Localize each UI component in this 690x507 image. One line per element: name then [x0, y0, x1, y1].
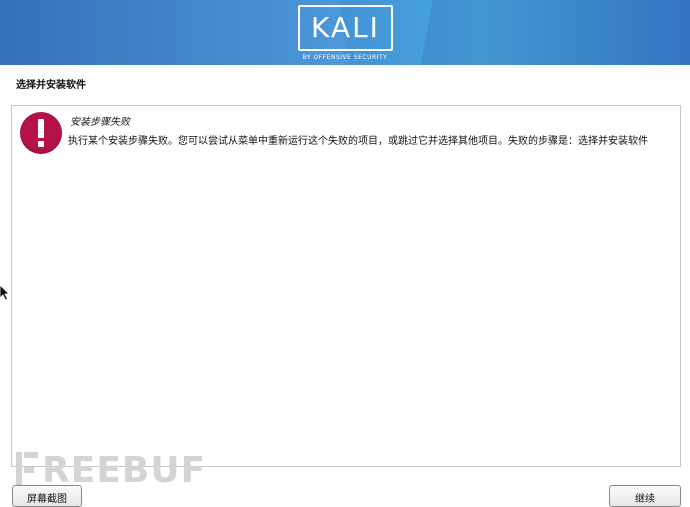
exclamation-icon [20, 112, 62, 154]
continue-button[interactable]: 继续 [609, 485, 681, 507]
page-title: 选择并安装软件 [16, 80, 86, 91]
screenshot-button[interactable]: 屏幕截图 [12, 485, 82, 507]
error-title: 安装步骤失败 [70, 117, 130, 128]
kali-logo-text: KALI [311, 11, 380, 44]
kali-logo-subtitle: BY OFFENSIVE SECURITY [302, 54, 388, 61]
freebuf-logo-icon [16, 452, 38, 488]
error-message: 执行某个安装步骤失败。您可以尝试从菜单中重新运行这个失败的项目，或跳过它并选择其… [68, 136, 648, 147]
mouse-pointer-icon [0, 285, 10, 301]
content-panel [11, 105, 681, 467]
kali-logo: KALI [298, 5, 393, 51]
